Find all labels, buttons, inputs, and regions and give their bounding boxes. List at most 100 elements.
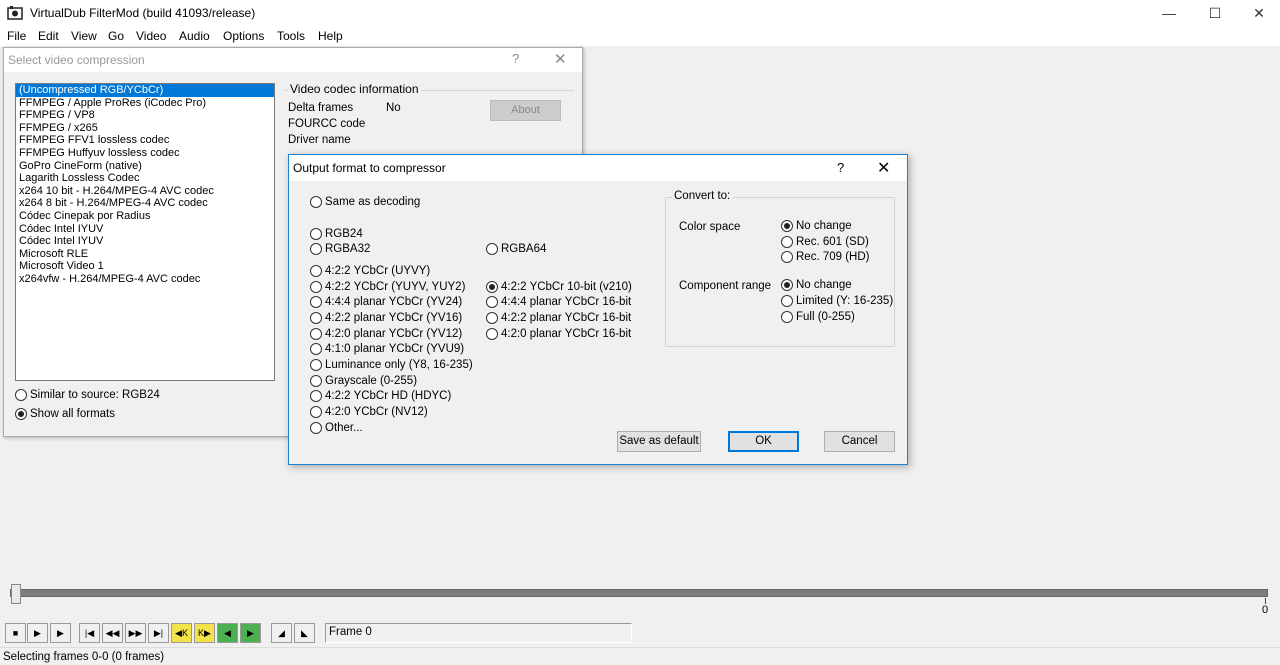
play-input-button[interactable]: ▶: [27, 623, 48, 643]
timeline-track[interactable]: [10, 589, 1268, 597]
radio-icon: [15, 389, 27, 401]
scene-back-button[interactable]: ◀: [217, 623, 238, 643]
format-rgb24[interactable]: RGB24: [310, 228, 363, 240]
scene-forward-button[interactable]: ▶: [240, 623, 261, 643]
codec-item[interactable]: FFMPEG FFV1 lossless codec: [16, 134, 274, 147]
format-hdyc[interactable]: 4:2:2 YCbCr HD (HDYC): [310, 390, 451, 402]
save-as-default-button[interactable]: Save as default: [617, 431, 701, 452]
dialog-close-button[interactable]: ✕: [877, 158, 890, 178]
mark-in-button[interactable]: ◢: [271, 623, 292, 643]
radio-icon: [310, 296, 322, 308]
codec-item[interactable]: FFMPEG / Apple ProRes (iCodec Pro): [16, 97, 274, 110]
color-space-rec709[interactable]: Rec. 709 (HD): [781, 251, 870, 263]
menu-audio[interactable]: Audio: [179, 29, 210, 43]
prev-keyframe-button[interactable]: ◀K: [171, 623, 192, 643]
menu-view[interactable]: View: [71, 29, 97, 43]
menu-tools[interactable]: Tools: [277, 29, 305, 43]
format-grayscale[interactable]: Grayscale (0-255): [310, 375, 417, 387]
codec-item[interactable]: FFMPEG Huffyuv lossless codec: [16, 147, 274, 160]
show-all-formats-option[interactable]: Show all formats: [15, 408, 115, 420]
next-keyframe-button[interactable]: K▶: [194, 623, 215, 643]
codec-item[interactable]: x264 10 bit - H.264/MPEG-4 AVC codec: [16, 185, 274, 198]
radio-icon: [310, 359, 322, 371]
mark-out-button[interactable]: ◣: [294, 623, 315, 643]
play-output-button[interactable]: ▶: [50, 623, 71, 643]
color-space-no-change[interactable]: No change: [781, 220, 852, 232]
codec-item[interactable]: Códec Intel IYUV: [16, 223, 274, 236]
similar-to-source-option[interactable]: Similar to source: RGB24: [15, 389, 160, 401]
codec-item[interactable]: x264 8 bit - H.264/MPEG-4 AVC codec: [16, 197, 274, 210]
stop-button[interactable]: ■: [5, 623, 26, 643]
codec-item[interactable]: FFMPEG / VP8: [16, 109, 274, 122]
dialog-title-bar: Select video compression ? ✕: [4, 48, 582, 72]
maximize-button[interactable]: ☐: [1192, 0, 1238, 26]
output-format-dialog: Output format to compressor ? ✕ Same as …: [288, 154, 908, 465]
format-uyvy[interactable]: 4:2:2 YCbCr (UYVY): [310, 265, 430, 277]
menu-edit[interactable]: Edit: [38, 29, 59, 43]
range-limited[interactable]: Limited (Y: 16-235): [781, 295, 893, 307]
color-space-rec601[interactable]: Rec. 601 (SD): [781, 236, 869, 248]
cancel-button[interactable]: Cancel: [824, 431, 895, 452]
help-button[interactable]: ?: [512, 51, 519, 66]
next-frame-button[interactable]: ▶▶: [125, 623, 146, 643]
timeline-thumb[interactable]: [11, 584, 21, 604]
radio-icon: [781, 220, 793, 232]
go-to-start-button[interactable]: |◀: [79, 623, 100, 643]
codec-item[interactable]: Microsoft Video 1: [16, 260, 274, 273]
menu-go[interactable]: Go: [108, 29, 124, 43]
radio-icon: [310, 422, 322, 434]
format-422-16bit[interactable]: 4:2:2 planar YCbCr 16-bit: [486, 312, 631, 324]
range-full[interactable]: Full (0-255): [781, 311, 855, 323]
show-all-formats-label: Show all formats: [30, 408, 116, 420]
minimize-button[interactable]: —: [1146, 0, 1192, 26]
menu-file[interactable]: File: [7, 29, 26, 43]
format-rgba32[interactable]: RGBA32: [310, 243, 370, 255]
codec-item[interactable]: GoPro CineForm (native): [16, 160, 274, 173]
format-yuyv[interactable]: 4:2:2 YCbCr (YUYV, YUY2): [310, 281, 465, 293]
format-nv12[interactable]: 4:2:0 YCbCr (NV12): [310, 406, 428, 418]
similar-to-source-label: Similar to source: RGB24: [30, 389, 160, 401]
radio-icon: [310, 281, 322, 293]
format-yvu9[interactable]: 4:1:0 planar YCbCr (YVU9): [310, 343, 464, 355]
help-button[interactable]: ?: [837, 160, 844, 175]
format-444-16bit[interactable]: 4:4:4 planar YCbCr 16-bit: [486, 296, 631, 308]
codec-item[interactable]: Lagarith Lossless Codec: [16, 172, 274, 185]
codec-list[interactable]: (Uncompressed RGB/YCbCr) FFMPEG / Apple …: [15, 83, 275, 381]
format-rgba64[interactable]: RGBA64: [486, 243, 546, 255]
codec-item[interactable]: (Uncompressed RGB/YCbCr): [16, 84, 274, 97]
option-label: Full (0-255): [796, 311, 855, 323]
about-button[interactable]: About: [490, 100, 561, 121]
format-420-16bit[interactable]: 4:2:0 planar YCbCr 16-bit: [486, 328, 631, 340]
radio-icon: [310, 265, 322, 277]
menu-bar: File Edit View Go Video Audio Options To…: [0, 26, 1280, 46]
close-button[interactable]: ✕: [1236, 0, 1280, 26]
format-y8[interactable]: Luminance only (Y8, 16-235): [310, 359, 473, 371]
format-yv12[interactable]: 4:2:0 planar YCbCr (YV12): [310, 328, 462, 340]
range-no-change[interactable]: No change: [781, 279, 852, 291]
menu-help[interactable]: Help: [318, 29, 343, 43]
previous-frame-button[interactable]: ◀◀: [102, 623, 123, 643]
codec-item[interactable]: Microsoft RLE: [16, 248, 274, 261]
format-same-as-decoding[interactable]: Same as decoding: [310, 196, 420, 208]
ok-button[interactable]: OK: [728, 431, 799, 452]
format-other[interactable]: Other...: [310, 422, 363, 434]
codec-item[interactable]: x264vfw - H.264/MPEG-4 AVC codec: [16, 273, 274, 286]
color-space-label: Color space: [679, 221, 741, 233]
format-label: 4:2:0 planar YCbCr (YV12): [325, 328, 463, 340]
codec-item[interactable]: Códec Intel IYUV: [16, 235, 274, 248]
codec-item[interactable]: FFMPEG / x265: [16, 122, 274, 135]
menu-video[interactable]: Video: [136, 29, 166, 43]
format-yv16[interactable]: 4:2:2 planar YCbCr (YV16): [310, 312, 462, 324]
dialog-close-button[interactable]: ✕: [554, 50, 567, 68]
format-v210[interactable]: 4:2:2 YCbCr 10-bit (v210): [486, 281, 632, 293]
format-label: Luminance only (Y8, 16-235): [325, 359, 473, 371]
radio-icon: [310, 375, 322, 387]
go-to-end-button[interactable]: ▶|: [148, 623, 169, 643]
format-label: 4:4:4 planar YCbCr 16-bit: [501, 296, 632, 308]
format-yv24[interactable]: 4:4:4 planar YCbCr (YV24): [310, 296, 462, 308]
codec-item[interactable]: Códec Cinepak por Radius: [16, 210, 274, 223]
format-label: 4:2:0 planar YCbCr 16-bit: [501, 328, 632, 340]
option-label: Limited (Y: 16-235): [796, 295, 894, 307]
option-label: Rec. 709 (HD): [796, 251, 870, 263]
menu-options[interactable]: Options: [223, 29, 264, 43]
